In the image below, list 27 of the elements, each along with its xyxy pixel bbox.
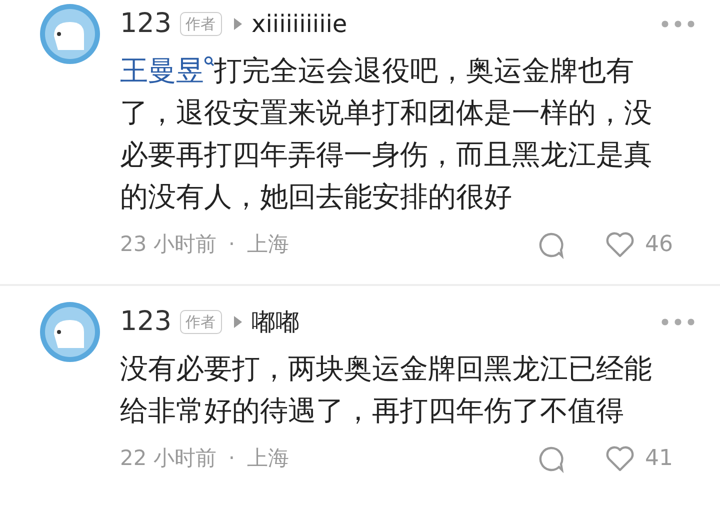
- author-name[interactable]: 123: [120, 4, 172, 44]
- triangle-icon: [234, 18, 242, 30]
- comment-text: 王曼昱 打完全运会退役吧，奥运金牌也有了，退役安置来说单打和团体是一样的，没必要再打四年弄得一身伤，而且黑龙江是真的没有人，她回去能安排的很好: [120, 53, 653, 215]
- author-tag: 作者: [180, 310, 222, 334]
- comment-time: 23 小时前: [120, 230, 216, 258]
- triangle-icon: [234, 316, 242, 328]
- separator-dot: ·: [228, 444, 236, 472]
- comment-location: 上海: [247, 230, 290, 258]
- like-count: 41: [645, 445, 673, 473]
- comment-icon[interactable]: [537, 444, 565, 472]
- author-tag: 作者: [180, 12, 222, 36]
- comment-location: 上海: [247, 444, 290, 472]
- like-icon[interactable]: [605, 444, 635, 472]
- reply-to-name[interactable]: 嘟嘟: [252, 304, 300, 340]
- separator-dot: ·: [228, 230, 236, 258]
- avatar-icon[interactable]: [40, 302, 100, 362]
- comment-time: 22 小时前: [120, 444, 216, 472]
- like-count: 46: [645, 231, 673, 259]
- author-name[interactable]: 123: [120, 302, 172, 342]
- more-icon[interactable]: [661, 20, 695, 28]
- comment-text: 没有必要打，两块奥运金牌回黑龙江已经能给非常好的待遇了，再打四年伤了不值得: [120, 351, 653, 429]
- more-icon[interactable]: [661, 318, 695, 326]
- reply-to-name[interactable]: xiiiiiiiiiie: [252, 6, 348, 42]
- like-icon[interactable]: [605, 230, 635, 258]
- mention-link[interactable]: 王曼昱: [120, 54, 214, 87]
- avatar-icon[interactable]: [40, 4, 100, 64]
- comment-icon[interactable]: [537, 230, 565, 258]
